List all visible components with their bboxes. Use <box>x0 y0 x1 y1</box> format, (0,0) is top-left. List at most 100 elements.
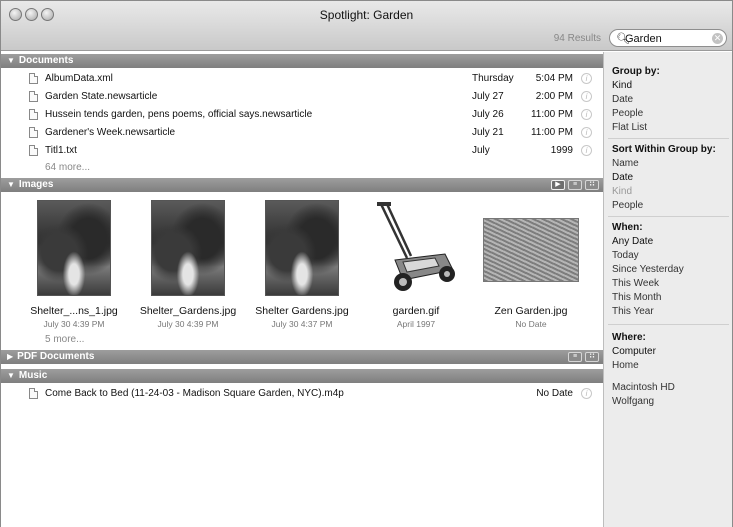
table-row[interactable]: Hussein tends garden, pens poems, offici… <box>1 106 603 123</box>
file-name: Gardener's Week.newsarticle <box>45 127 176 138</box>
search-field[interactable]: 🔍︎ ✕ <box>609 29 727 47</box>
section-title: PDF Documents <box>17 351 95 362</box>
image-date: No Date <box>515 319 547 329</box>
info-icon[interactable]: i <box>581 73 592 84</box>
image-thumbnail[interactable] <box>31 200 117 298</box>
image-name: garden.gif <box>392 305 440 317</box>
image-name: Zen Garden.jpg <box>494 305 568 317</box>
group-by-heading: Group by: <box>612 66 660 77</box>
image-thumbnail[interactable] <box>373 200 459 298</box>
when-this-year[interactable]: This Year <box>612 306 654 317</box>
image-name: Shelter Gardens.jpg <box>255 305 349 317</box>
image-name: Shelter_...ns_1.jpg <box>30 305 118 317</box>
section-header-images[interactable]: ▼ Images ▶ ≡ ∷ <box>1 178 603 192</box>
table-row[interactable]: AlbumData.xml Thursday 5:04 PM i <box>1 70 603 87</box>
when-today[interactable]: Today <box>612 250 639 261</box>
music-file-icon <box>29 388 38 399</box>
table-row[interactable]: Come Back to Bed (11-24-03 - Madison Squ… <box>1 385 603 402</box>
file-name: Garden State.newsarticle <box>45 91 158 102</box>
images-more-link[interactable]: 5 more... <box>45 334 84 345</box>
file-name: Hussein tends garden, pens poems, offici… <box>45 109 313 120</box>
when-this-week[interactable]: This Week <box>612 278 659 289</box>
file-date: No Date <box>536 388 573 399</box>
section-title: Music <box>18 370 48 381</box>
divider <box>608 324 729 325</box>
group-by-kind[interactable]: Kind <box>612 80 632 91</box>
file-date: July 27 <box>472 91 504 102</box>
sort-by-kind[interactable]: Kind <box>612 186 632 197</box>
results-pane: ▼ Documents AlbumData.xml Thursday 5:04 P… <box>1 52 603 527</box>
table-row[interactable]: Titl1.txt July 1999 i <box>1 142 603 159</box>
section-title: Documents <box>18 55 74 66</box>
when-heading: When: <box>612 222 643 233</box>
info-icon[interactable]: i <box>581 91 592 102</box>
image-thumbnail[interactable] <box>483 200 579 298</box>
divider <box>608 138 729 139</box>
grid-view-icon[interactable]: ∷ <box>585 180 599 190</box>
when-since-yesterday[interactable]: Since Yesterday <box>612 264 684 275</box>
results-count: 94 Results <box>553 33 601 44</box>
file-name: Titl1.txt <box>45 145 77 156</box>
divider <box>608 216 729 217</box>
document-icon <box>29 73 38 84</box>
disclosure-triangle-icon[interactable]: ▼ <box>7 56 15 65</box>
section-header-pdf[interactable]: ▶ PDF Documents ≡ ∷ <box>1 350 603 364</box>
where-wolfgang[interactable]: Wolfgang <box>612 396 654 407</box>
sort-by-people[interactable]: People <box>612 200 643 211</box>
image-date: July 30 4:39 PM <box>43 319 105 329</box>
sort-by-name[interactable]: Name <box>612 158 639 169</box>
info-icon[interactable]: i <box>581 109 592 120</box>
view-buttons: ≡ ∷ <box>568 352 599 362</box>
section-header-documents[interactable]: ▼ Documents <box>1 54 603 68</box>
where-home[interactable]: Home <box>612 360 639 371</box>
section-title: Images <box>18 179 54 190</box>
document-icon <box>29 127 38 138</box>
grid-view-icon[interactable]: ∷ <box>585 352 599 362</box>
sidebar: Group by: Kind Date People Flat List Sor… <box>603 52 732 527</box>
where-computer[interactable]: Computer <box>612 346 656 357</box>
window-title: Spotlight: Garden <box>319 8 414 22</box>
when-this-month[interactable]: This Month <box>612 292 661 303</box>
image-thumbnail[interactable] <box>145 200 231 298</box>
spotlight-window: Spotlight: Garden 94 Results 🔍︎ ✕ ▼Docum… <box>0 0 733 527</box>
clear-search-icon[interactable]: ✕ <box>712 33 723 44</box>
file-date: July <box>472 145 490 156</box>
image-name: Shelter_Gardens.jpg <box>139 305 237 317</box>
file-time: 11:00 PM <box>530 127 573 138</box>
title-bar: Spotlight: Garden 94 Results 🔍︎ ✕ <box>1 1 732 51</box>
document-icon <box>29 109 38 120</box>
group-by-people[interactable]: People <box>612 108 643 119</box>
sort-by-heading: Sort Within Group by: <box>612 144 716 155</box>
section-header-music[interactable]: ▼ Music <box>1 369 603 383</box>
document-icon <box>29 91 38 102</box>
disclosure-triangle-icon[interactable]: ▼ <box>7 180 15 189</box>
document-icon <box>29 145 38 156</box>
where-macintosh-hd[interactable]: Macintosh HD <box>612 382 675 393</box>
group-by-date[interactable]: Date <box>612 94 633 105</box>
file-date: Thursday <box>472 73 514 84</box>
group-by-flat-list[interactable]: Flat List <box>612 122 647 133</box>
file-time: 11:00 PM <box>530 109 573 120</box>
info-icon[interactable]: i <box>581 127 592 138</box>
disclosure-triangle-icon[interactable]: ▼ <box>7 371 15 380</box>
image-date: April 1997 <box>396 319 436 329</box>
table-row[interactable]: Gardener's Week.newsarticle July 21 11:0… <box>1 124 603 141</box>
documents-more-link[interactable]: 64 more... <box>45 162 90 173</box>
disclosure-triangle-icon[interactable]: ▶ <box>7 352 13 361</box>
file-time: 1999 <box>550 145 573 156</box>
file-date: July 21 <box>472 127 504 138</box>
file-name: Come Back to Bed (11-24-03 - Madison Squ… <box>45 388 344 399</box>
view-buttons: ▶ ≡ ∷ <box>551 180 599 190</box>
list-view-icon[interactable]: ≡ <box>568 180 582 190</box>
list-view-icon[interactable]: ≡ <box>568 352 582 362</box>
when-any-date[interactable]: Any Date <box>612 236 653 247</box>
search-input[interactable] <box>625 32 705 45</box>
table-row[interactable]: Garden State.newsarticle July 27 2:00 PM… <box>1 88 603 105</box>
sort-by-date[interactable]: Date <box>612 172 633 183</box>
lawnmower-image <box>377 202 455 291</box>
slideshow-icon[interactable]: ▶ <box>551 180 565 190</box>
file-time: 2:00 PM <box>535 91 573 102</box>
info-icon[interactable]: i <box>581 145 592 156</box>
info-icon[interactable]: i <box>581 388 592 399</box>
image-thumbnail[interactable] <box>259 200 345 298</box>
